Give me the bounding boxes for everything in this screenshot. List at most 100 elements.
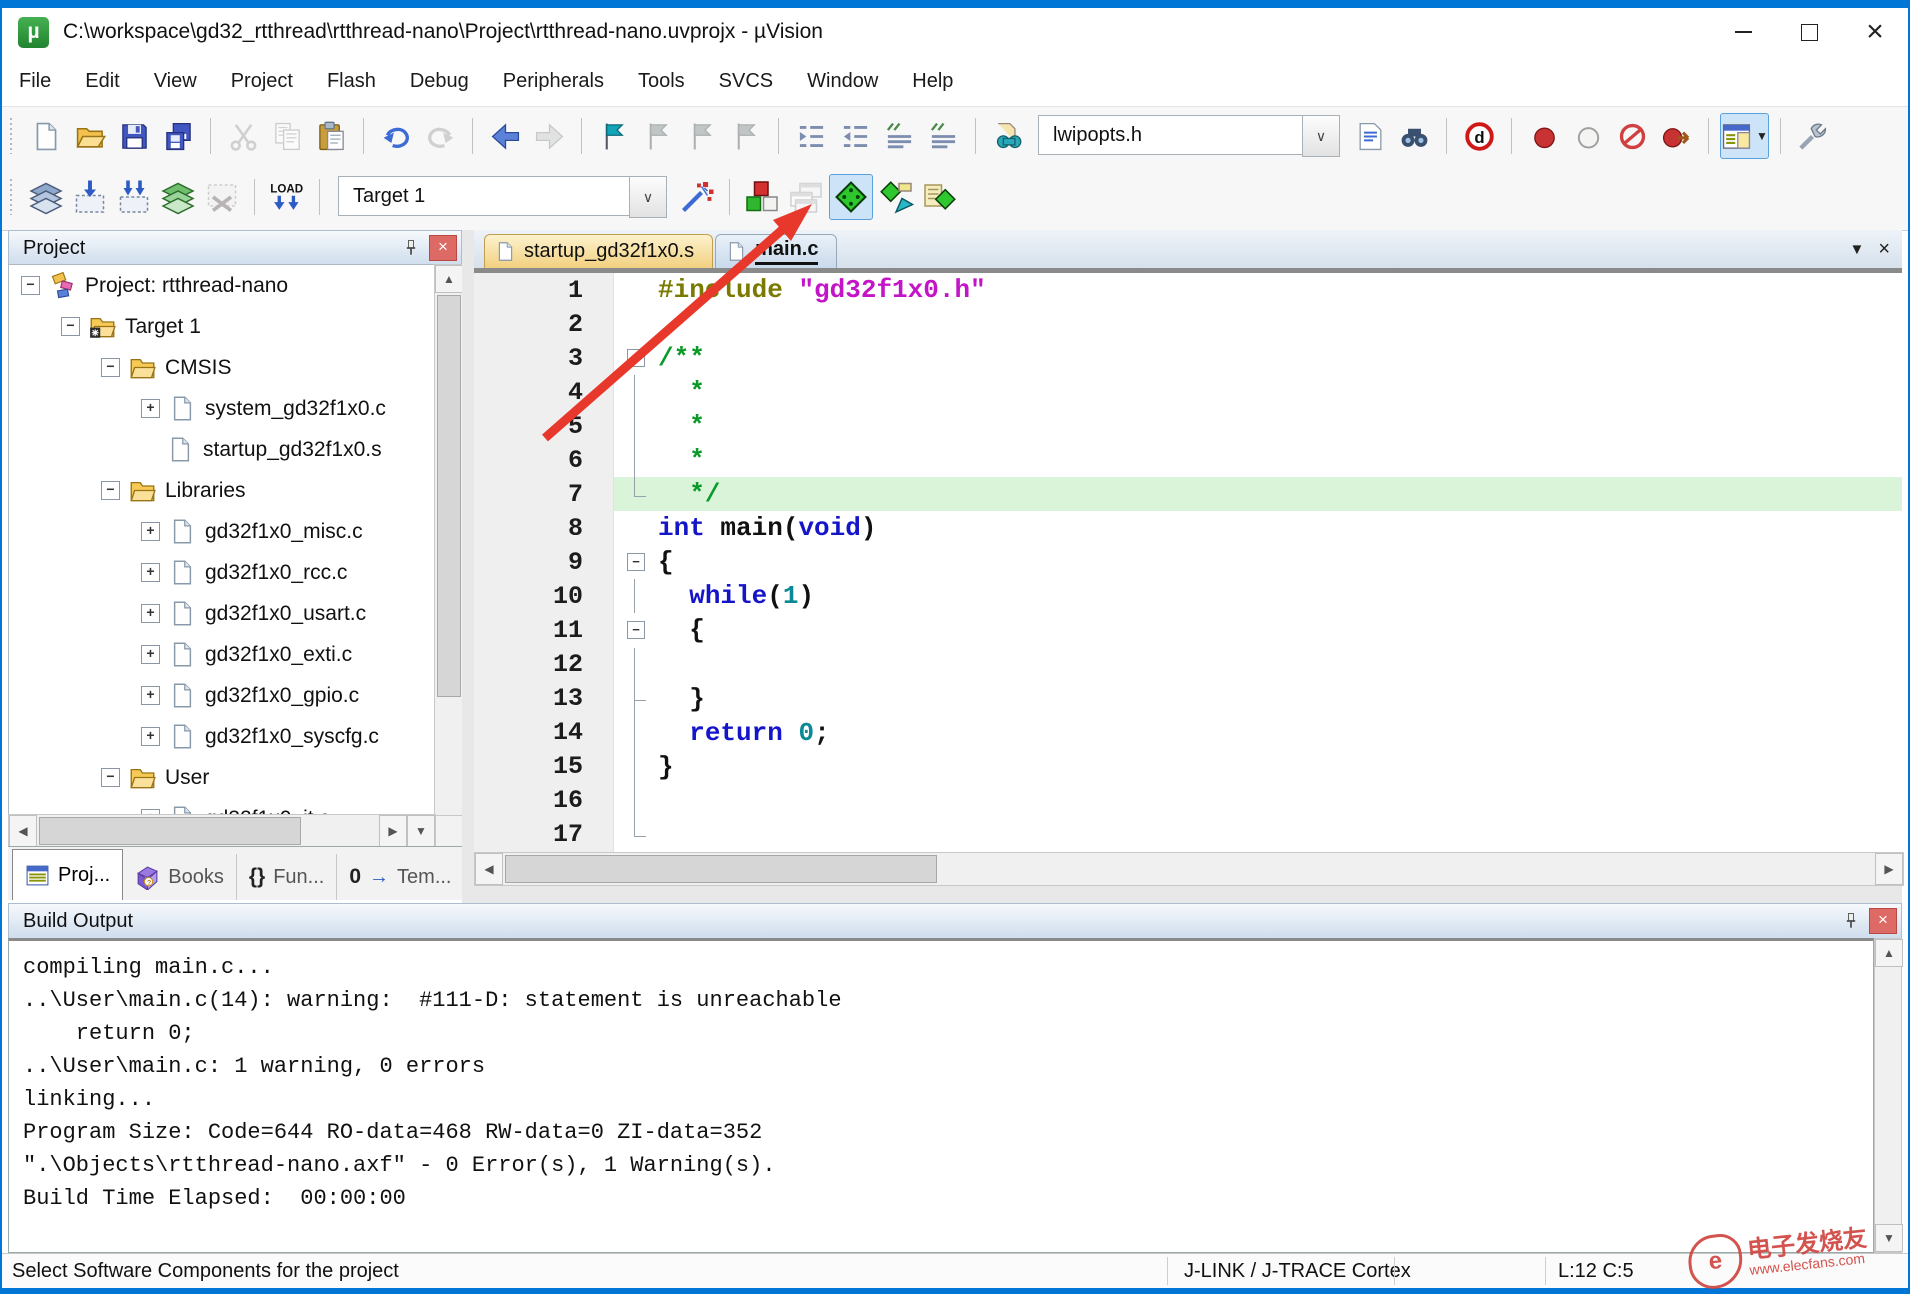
menu-help[interactable]: Help: [895, 63, 970, 100]
cut-button[interactable]: [222, 114, 264, 158]
menu-view[interactable]: View: [137, 63, 214, 100]
window-layout-button[interactable]: ▼: [1720, 113, 1769, 159]
fold-collapse-icon[interactable]: −: [627, 621, 645, 639]
build-output-close-button[interactable]: ×: [1869, 908, 1897, 934]
expand-expander[interactable]: +: [141, 727, 160, 746]
collapse-expander[interactable]: −: [101, 481, 120, 500]
tree-item-gd32f1x0-usart-c[interactable]: +gd32f1x0_usart.c: [9, 593, 435, 634]
kill-all-breakpoints-button[interactable]: [1655, 114, 1697, 158]
paste-button[interactable]: [310, 114, 352, 158]
tree-item-libraries[interactable]: −Libraries: [9, 470, 435, 511]
fold-margin[interactable]: [614, 477, 658, 511]
disable-all-breakpoints-button[interactable]: [1611, 114, 1653, 158]
panel-tab-books[interactable]: Books: [123, 854, 237, 900]
scroll-right-button[interactable]: ▶: [1875, 853, 1903, 885]
document-tab-startup-gd32f1x0-s[interactable]: startup_gd32f1x0.s: [484, 234, 713, 268]
find-button[interactable]: [1393, 114, 1435, 158]
fold-margin[interactable]: [614, 511, 658, 545]
previous-bookmark-button[interactable]: [637, 114, 679, 158]
fold-margin[interactable]: [614, 579, 658, 613]
next-bookmark-button[interactable]: [681, 114, 723, 158]
close-document-button[interactable]: ×: [1878, 238, 1890, 261]
expand-expander[interactable]: +: [141, 522, 160, 541]
scroll-down-button[interactable]: ▼: [407, 815, 435, 847]
project-tree-horizontal-scrollbar[interactable]: ◀ ▶ ▼: [8, 814, 436, 848]
scroll-thumb[interactable]: [39, 817, 301, 845]
indent-selection-button[interactable]: [790, 114, 832, 158]
pack-installer-button[interactable]: [875, 175, 917, 219]
build-output-log[interactable]: compiling main.c.....\User\main.c(14): w…: [8, 938, 1874, 1253]
translate-button[interactable]: [25, 175, 67, 219]
current-document-combo[interactable]: lwipopts.h∨: [1038, 115, 1340, 157]
clear-bookmarks-button[interactable]: [725, 114, 767, 158]
comment-selection-button[interactable]: [878, 114, 920, 158]
fold-margin[interactable]: [614, 818, 658, 852]
tree-item-system-gd32f1x0-c[interactable]: +system_gd32f1x0.c: [9, 388, 435, 429]
fold-margin[interactable]: [614, 750, 658, 784]
scroll-left-button[interactable]: ◀: [9, 815, 37, 847]
fold-margin[interactable]: −: [614, 341, 658, 375]
tree-item-gd32f1x0-rcc-c[interactable]: +gd32f1x0_rcc.c: [9, 552, 435, 593]
scroll-down-button[interactable]: ▼: [1875, 1224, 1903, 1252]
fold-collapse-icon[interactable]: −: [627, 349, 645, 367]
build-output-vertical-scrollbar[interactable]: ▲ ▼: [1874, 938, 1902, 1253]
menu-edit[interactable]: Edit: [68, 63, 136, 100]
expand-expander[interactable]: +: [141, 604, 160, 623]
collapse-expander[interactable]: −: [61, 317, 80, 336]
pin-button[interactable]: [1837, 908, 1865, 934]
menu-project[interactable]: Project: [214, 63, 310, 100]
menu-debug[interactable]: Debug: [393, 63, 486, 100]
menu-flash[interactable]: Flash: [310, 63, 393, 100]
menu-svcs[interactable]: SVCS: [702, 63, 790, 100]
scroll-up-button[interactable]: ▲: [1875, 939, 1903, 967]
close-button[interactable]: ×: [1842, 9, 1908, 55]
uncomment-selection-button[interactable]: [922, 114, 964, 158]
fold-collapse-icon[interactable]: −: [627, 553, 645, 571]
insert-remove-breakpoint-button[interactable]: [1523, 114, 1565, 158]
expand-expander[interactable]: +: [141, 686, 160, 705]
batch-build-button[interactable]: [157, 175, 199, 219]
tree-item-gd32f1x0-syscfg-c[interactable]: +gd32f1x0_syscfg.c: [9, 716, 435, 757]
start-stop-debug-session-button[interactable]: [1458, 114, 1500, 158]
fold-margin[interactable]: [614, 375, 658, 409]
navigate-back-button[interactable]: [484, 114, 526, 158]
expand-expander[interactable]: +: [141, 399, 160, 418]
save-all-button[interactable]: [157, 114, 199, 158]
file-extensions-books-environment-button[interactable]: [785, 175, 827, 219]
project-panel-close-button[interactable]: ×: [429, 235, 457, 261]
tree-item-cmsis[interactable]: −CMSIS: [9, 347, 435, 388]
tree-item-project-rtthread-nano[interactable]: −Project: rtthread-nano: [9, 265, 435, 306]
project-tree-vertical-scrollbar[interactable]: ▲: [434, 264, 464, 816]
scroll-left-button[interactable]: ◀: [475, 853, 503, 885]
expand-expander[interactable]: +: [141, 563, 160, 582]
undo-button[interactable]: [375, 114, 417, 158]
tree-item-gd32f1x0-gpio-c[interactable]: +gd32f1x0_gpio.c: [9, 675, 435, 716]
rebuild-all-target-files-button[interactable]: [113, 175, 155, 219]
fold-margin[interactable]: [614, 273, 658, 307]
fold-margin[interactable]: [614, 409, 658, 443]
tree-item-target-1[interactable]: −Target 1: [9, 306, 435, 347]
current-document-combo-dropdown[interactable]: ∨: [1302, 115, 1340, 157]
maximize-button[interactable]: [1776, 9, 1842, 55]
manage-run-time-environment-button[interactable]: [829, 174, 873, 220]
panel-tab-tem[interactable]: 0→Tem...: [337, 854, 464, 900]
panel-tab-proj[interactable]: Proj...: [12, 849, 123, 900]
tree-item-startup-gd32f1x0-s[interactable]: startup_gd32f1x0.s: [9, 429, 435, 470]
tree-item-user[interactable]: −User: [9, 757, 435, 798]
fold-margin[interactable]: [614, 648, 658, 682]
copy-button[interactable]: [266, 114, 308, 158]
manage-project-items-button[interactable]: [741, 175, 783, 219]
tree-item-gd32f1x0-misc-c[interactable]: +gd32f1x0_misc.c: [9, 511, 435, 552]
scroll-up-button[interactable]: ▲: [435, 265, 463, 293]
code-editor[interactable]: 1#include "gd32f1x0.h"23−/**4 *5 *6 *7 *…: [474, 273, 1902, 852]
select-target-combo-dropdown[interactable]: ∨: [629, 176, 667, 218]
build-button[interactable]: [69, 175, 111, 219]
document-list-dropdown[interactable]: ▼: [1849, 241, 1864, 258]
collapse-expander[interactable]: −: [101, 358, 120, 377]
fold-margin[interactable]: [614, 443, 658, 477]
unindent-selection-button[interactable]: [834, 114, 876, 158]
expand-expander[interactable]: +: [141, 645, 160, 664]
select-target-combo[interactable]: Target 1∨: [338, 176, 667, 218]
editor-horizontal-scrollbar[interactable]: ◀ ▶: [474, 852, 1904, 886]
collapse-expander[interactable]: −: [101, 768, 120, 787]
